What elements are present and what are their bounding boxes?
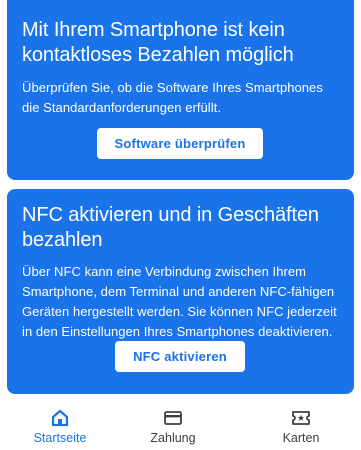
card-body: Überprüfen Sie, ob die Software Ihres Sm… [22,80,323,115]
nav-item-payment[interactable]: Zahlung [113,402,233,450]
card-title: Mit Ihrem Smartphone ist kein kontaktlos… [22,19,294,66]
nav-label: Zahlung [150,431,196,445]
nav-item-cards[interactable]: Karten [241,402,361,450]
nav-item-home[interactable]: Startseite [0,402,120,450]
enable-nfc-card: NFC aktivieren und in Geschäften bezahle… [7,189,354,394]
card-title: NFC aktivieren und in Geschäften bezahle… [22,204,319,251]
bottom-navigation: Startseite Zahlung Karten [0,402,361,450]
unsupported-device-card: Mit Ihrem Smartphone ist kein kontaktlos… [7,0,354,180]
card-body: Über NFC kann eine Verbindung zwischen I… [22,264,337,339]
credit-card-icon [164,411,182,425]
ticket-icon [292,411,310,425]
enable-nfc-button[interactable]: NFC aktivieren [115,341,245,372]
home-icon [51,409,69,427]
nav-label: Karten [282,431,320,445]
screen: Mit Ihrem Smartphone ist kein kontaktlos… [0,0,361,450]
nav-label: Startseite [33,431,87,445]
check-software-button[interactable]: Software überprüfen [97,128,263,159]
